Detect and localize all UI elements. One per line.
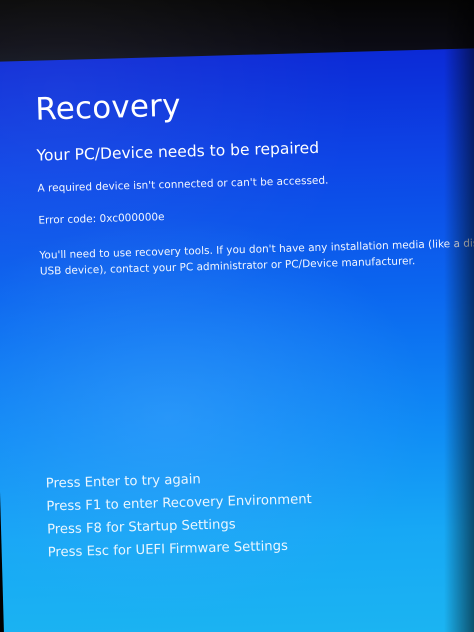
- instructions-text: You'll need to use recovery tools. If yo…: [39, 235, 474, 280]
- recovery-screen: Recovery Your PC/Device needs to be repa…: [0, 47, 474, 632]
- error-code: Error code: 0xc000000e: [38, 211, 165, 227]
- photo-of-monitor: Recovery Your PC/Device needs to be repa…: [0, 0, 474, 632]
- recovery-message: Recovery Your PC/Device needs to be repa…: [35, 78, 474, 280]
- page-subtitle: Your PC/Device needs to be repaired: [36, 138, 320, 165]
- error-description: A required device isn't connected or can…: [37, 174, 329, 195]
- page-title: Recovery: [34, 87, 182, 128]
- key-options-list: Press Enter to try again Press F1 to ent…: [45, 465, 313, 564]
